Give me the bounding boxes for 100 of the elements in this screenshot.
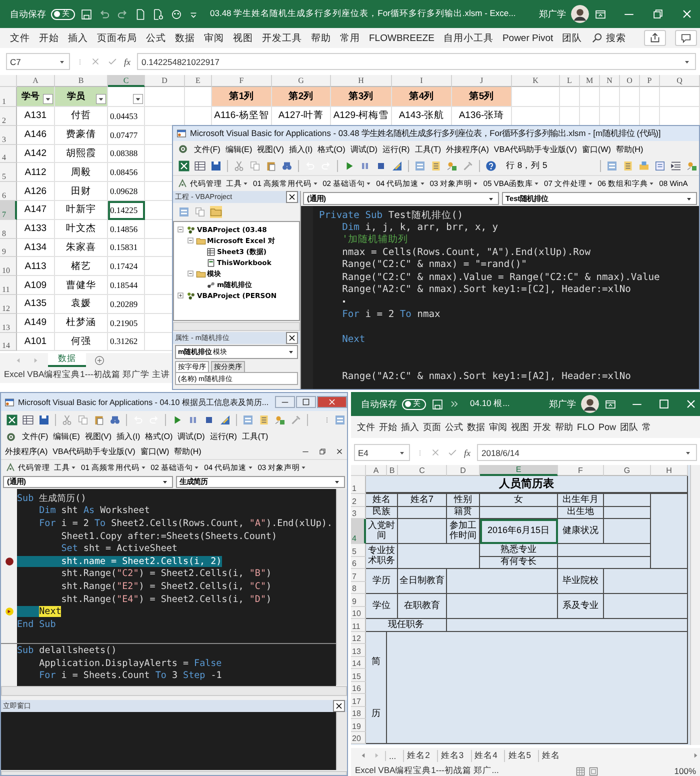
row-header[interactable]: 3 (351, 506, 366, 519)
column-header[interactable]: N (600, 75, 620, 87)
ribbon-tab[interactable]: FLO (577, 422, 595, 432)
avatar[interactable] (581, 395, 599, 413)
undo-icon[interactable] (98, 8, 111, 20)
menu-item[interactable]: 调试(D) (350, 144, 378, 154)
scrollbar[interactable] (690, 465, 700, 745)
row-header[interactable]: 3 (0, 126, 17, 145)
ribbon-tab[interactable]: 常用 (340, 32, 360, 44)
insert-function-button[interactable]: fx (124, 56, 130, 66)
menu-item[interactable]: 插入(I) (288, 144, 313, 154)
code-editor[interactable] (301, 206, 699, 389)
object-browser-icon[interactable] (274, 414, 286, 426)
row-header[interactable]: 8 (0, 220, 17, 239)
close-button[interactable] (286, 332, 298, 344)
menu-item[interactable]: 格式(O) (318, 144, 346, 154)
redo-icon[interactable] (116, 8, 129, 20)
column-header[interactable]: B (55, 75, 108, 87)
ribbon-tab[interactable]: 团队 (620, 420, 638, 434)
column-header[interactable]: D (447, 465, 480, 476)
name-box[interactable]: E4 (354, 444, 410, 461)
design-mode-icon[interactable] (391, 160, 403, 172)
ribbon-tab[interactable]: 帮助 (311, 32, 331, 44)
ribbon-tab[interactable]: Pow (598, 422, 616, 432)
find-icon[interactable] (109, 414, 121, 426)
sheet-tab[interactable]: 数据 (48, 353, 86, 368)
save-icon[interactable] (80, 8, 93, 20)
project-explorer-icon[interactable] (242, 414, 254, 426)
row-header[interactable]: 11 (351, 619, 366, 632)
row-header[interactable]: 13 (0, 314, 17, 333)
cancel-icon[interactable] (90, 56, 101, 67)
restore-button[interactable] (651, 7, 665, 21)
row-header[interactable]: 1 (351, 476, 366, 494)
row-header[interactable]: 15 (351, 669, 366, 682)
sheet-tab[interactable]: 姓名3 (436, 750, 467, 762)
project-explorer-icon[interactable] (334, 414, 346, 426)
ribbon-tab[interactable]: 数据 (467, 420, 485, 434)
ribbon-tab[interactable]: 审阅 (489, 420, 507, 434)
row-header[interactable]: 7 (0, 200, 17, 220)
menu-item[interactable]: VBA代码助手专业版(V) (494, 144, 577, 154)
ribbon-tab[interactable]: 公式 (445, 420, 463, 434)
restore-button[interactable] (318, 447, 327, 456)
pause-icon[interactable] (359, 160, 371, 172)
ribbon-tab[interactable]: 常 (642, 420, 652, 434)
insert-function-button[interactable]: fx (464, 448, 470, 458)
paste-icon[interactable] (265, 160, 277, 172)
column-header[interactable]: L (560, 75, 580, 87)
column-header[interactable]: A (17, 75, 55, 87)
row-header[interactable]: 6 (0, 182, 17, 201)
filter-button[interactable] (96, 94, 106, 104)
row-header[interactable]: 2 (351, 494, 366, 506)
row-header[interactable]: 2 (0, 107, 17, 126)
cut-icon[interactable] (61, 414, 73, 426)
row-header[interactable]: 13 (351, 644, 366, 656)
row-header[interactable]: 11 (0, 276, 17, 295)
ribbon-tab[interactable]: 文件 (357, 420, 375, 434)
column-header[interactable]: D (145, 75, 185, 87)
name-box[interactable]: C7 (6, 53, 70, 70)
save-icon[interactable] (210, 160, 222, 172)
scrollbar[interactable] (336, 712, 347, 770)
column-header[interactable]: H (331, 75, 392, 87)
cancel-icon[interactable] (430, 447, 441, 458)
row-header[interactable]: 8 (351, 582, 366, 594)
menu-item[interactable]: 视图(V) (84, 431, 112, 442)
column-header[interactable]: I (392, 75, 452, 87)
ribbon-tab[interactable]: Power Pivot (502, 32, 554, 44)
view-code-icon[interactable] (178, 206, 190, 218)
menu-item[interactable]: 帮助(H) (174, 446, 202, 457)
find-icon[interactable] (281, 160, 293, 172)
sheet-tab[interactable]: 姓名 (538, 750, 564, 762)
column-header[interactable]: E (185, 75, 212, 87)
row-header[interactable]: 7 (351, 569, 366, 582)
row-header[interactable]: 1 (0, 87, 17, 107)
save-icon[interactable] (38, 414, 50, 426)
row-header[interactable]: 17 (351, 694, 366, 706)
row-header[interactable]: 18 (351, 706, 366, 719)
expand-toggle[interactable] (186, 236, 195, 245)
folder-icon[interactable] (210, 206, 222, 218)
menu-item[interactable]: 窗口(W) (582, 144, 611, 154)
enter-icon[interactable] (447, 447, 458, 458)
ribbon-tab[interactable]: 视图 (511, 420, 529, 434)
menu-item[interactable]: 工具(T) (242, 431, 268, 442)
page-layout-icon[interactable] (588, 766, 599, 776)
column-header[interactable]: G (604, 465, 651, 476)
object-browser-icon[interactable] (446, 160, 458, 172)
zoom-level[interactable]: 100% (674, 766, 700, 776)
ribbon-tab[interactable]: 开始 (39, 32, 59, 44)
ribbon-tab[interactable]: 审阅 (204, 32, 224, 44)
menu-item[interactable]: 编辑(E) (225, 144, 252, 154)
ribbon-tab[interactable]: 插入 (68, 32, 88, 44)
sheet-tab[interactable]: 姓名2 (403, 750, 433, 762)
design-mode-icon[interactable] (219, 414, 231, 426)
formula-field[interactable]: 2018/6/14 (476, 444, 697, 461)
column-header[interactable]: K (512, 75, 560, 87)
view-object-icon[interactable] (194, 206, 206, 218)
menu-item[interactable]: 帮助(H) (616, 144, 644, 154)
copy-icon[interactable] (249, 160, 261, 172)
search-box[interactable]: 搜索 (591, 32, 626, 44)
column-header[interactable]: F (212, 75, 272, 87)
menu-item[interactable]: 格式(O) (145, 431, 173, 442)
